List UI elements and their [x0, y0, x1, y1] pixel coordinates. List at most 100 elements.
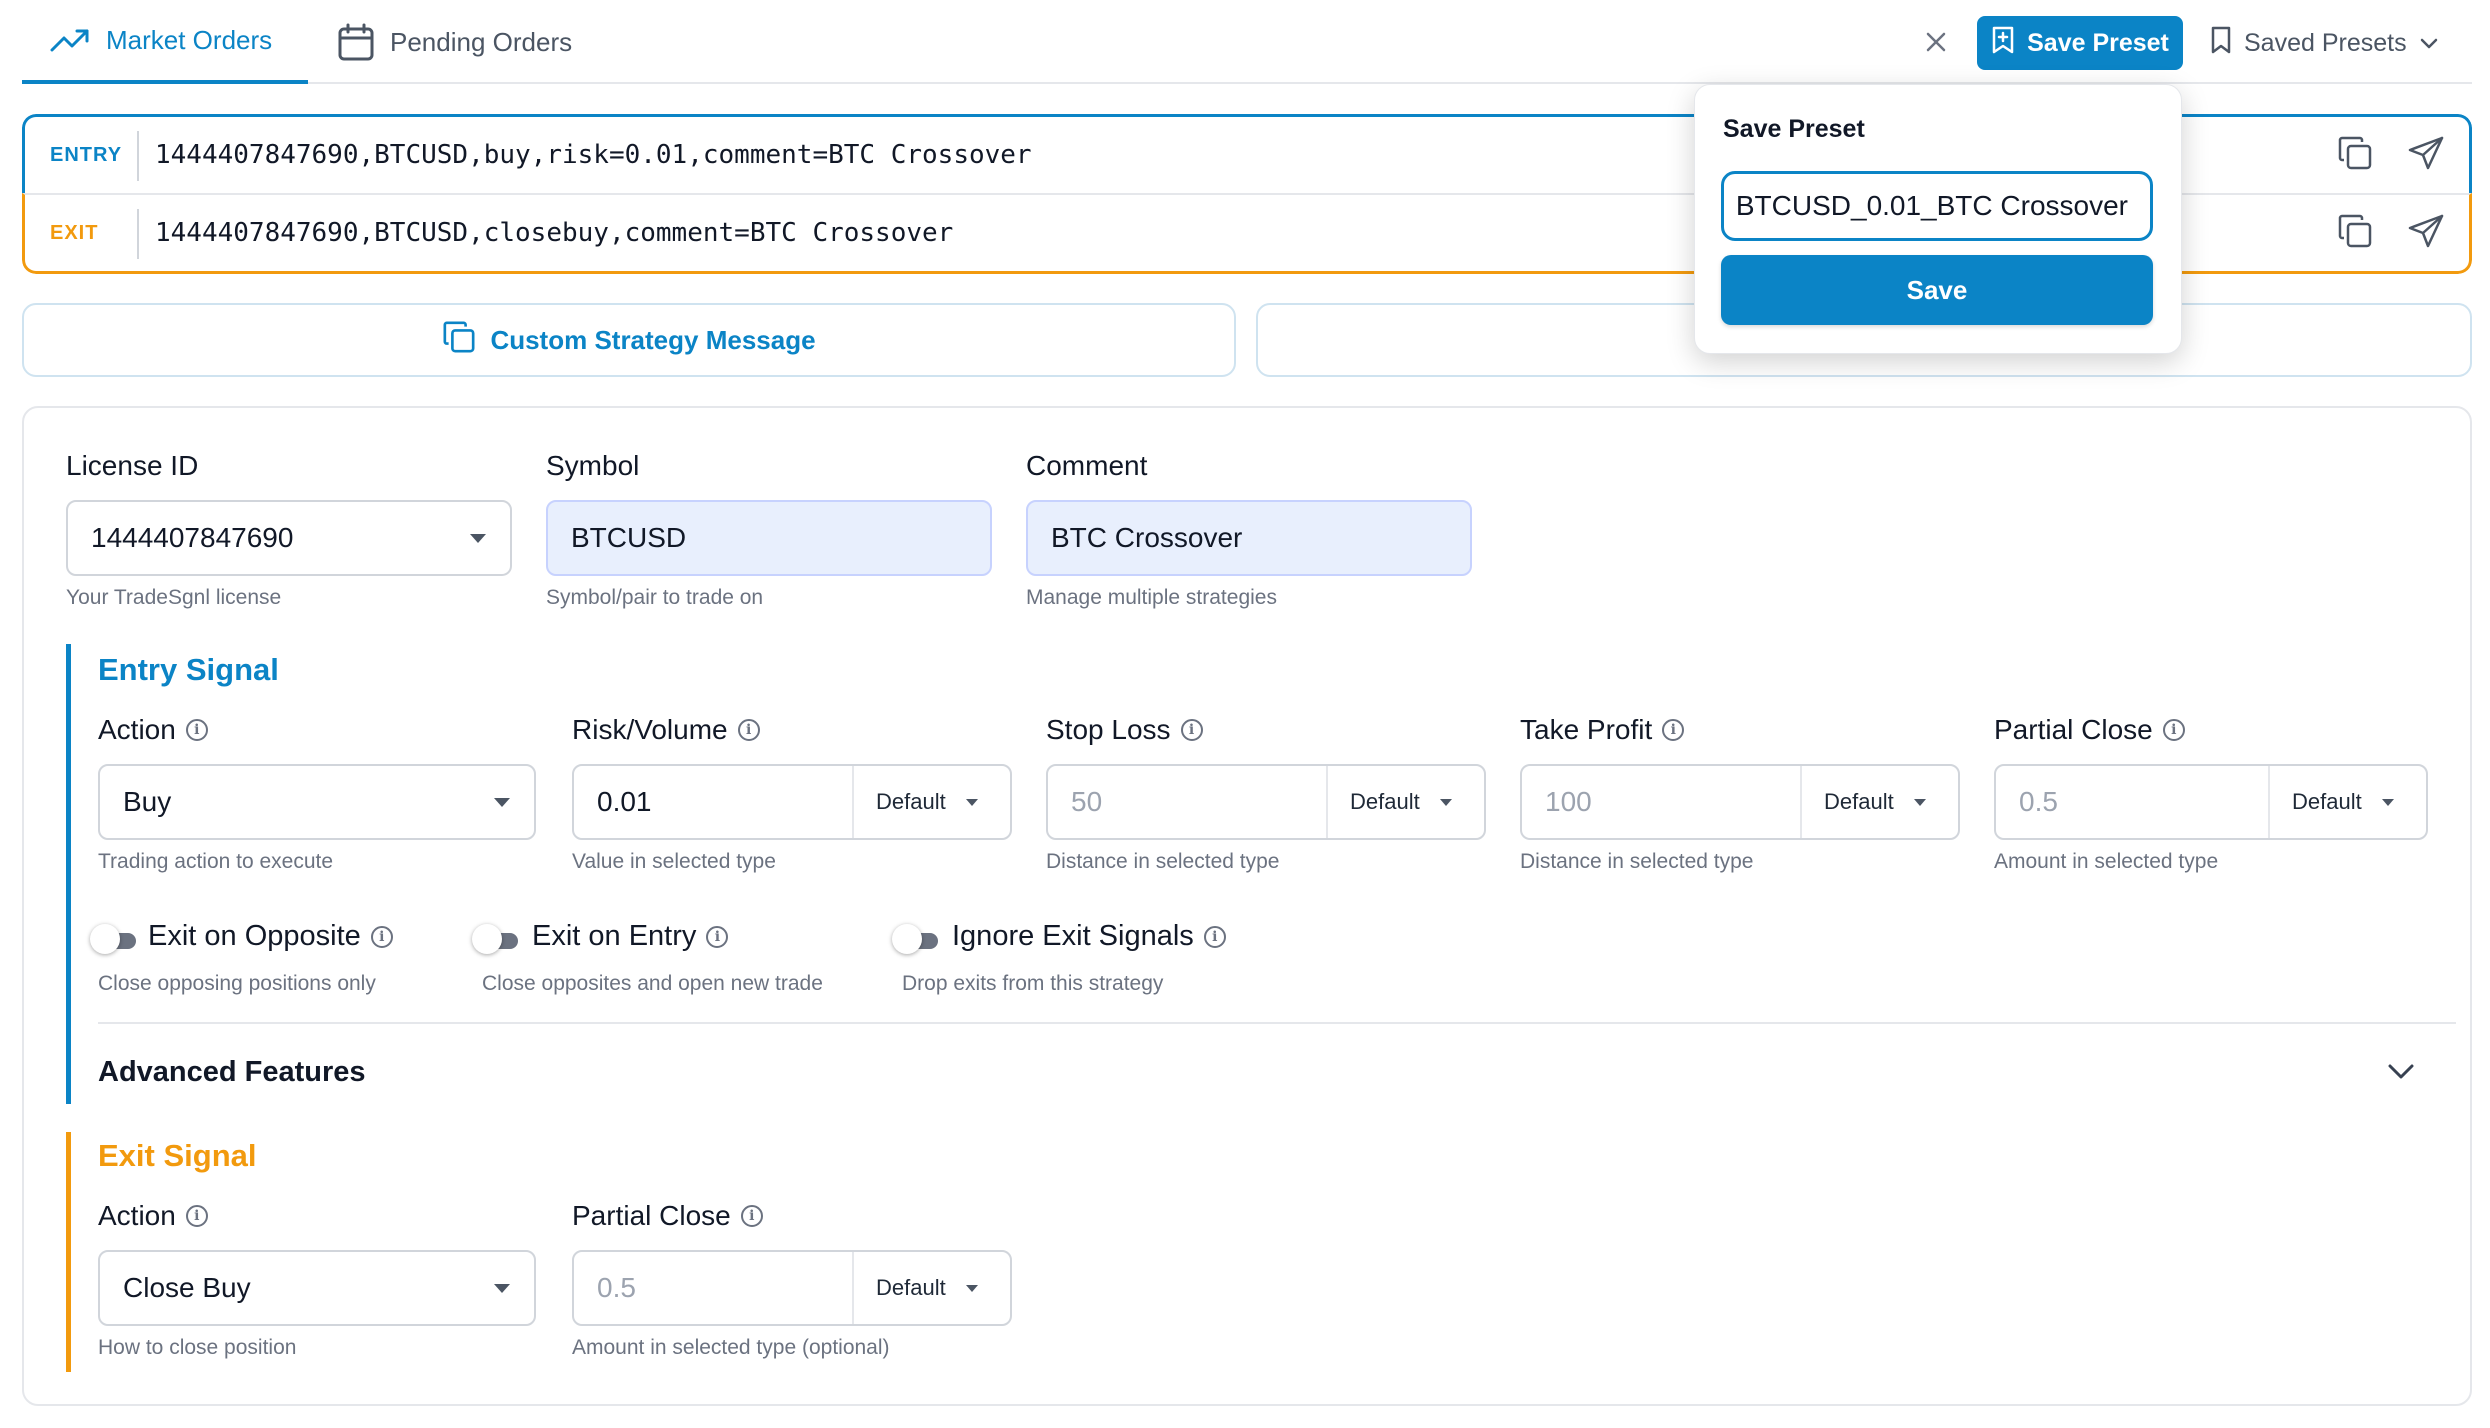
- stop-loss-type-value: Default: [1350, 789, 1420, 814]
- ignore-exit-signals-label-text: Ignore Exit Signals: [952, 920, 1194, 952]
- risk-volume-label-text: Risk/Volume: [572, 714, 728, 745]
- exit-on-opposite-label: Exit on Opposite i: [148, 920, 393, 953]
- calendar-icon: [338, 23, 374, 61]
- caret-down-icon: [966, 799, 978, 806]
- take-profit-help: Distance in selected type: [1520, 850, 1754, 873]
- copy-icon[interactable]: [2337, 213, 2373, 254]
- info-icon[interactable]: i: [370, 925, 393, 948]
- save-button[interactable]: Save: [1721, 255, 2153, 325]
- info-icon[interactable]: i: [185, 719, 208, 741]
- exit-separator: [137, 209, 139, 259]
- saved-presets-label: Saved Presets: [2244, 28, 2407, 57]
- caret-down-icon: [470, 534, 486, 543]
- ignore-exit-signals-help: Drop exits from this strategy: [902, 972, 1164, 995]
- take-profit-input[interactable]: 100 Default: [1520, 764, 1960, 840]
- take-profit-label: Take Profit i: [1520, 714, 1685, 746]
- divider: [98, 1022, 2456, 1024]
- copy-icon[interactable]: [2337, 135, 2373, 176]
- advanced-features-toggle[interactable]: Advanced Features: [98, 1056, 366, 1089]
- partial-close-placeholder: 0.5: [2019, 786, 2058, 817]
- stop-loss-label: Stop Loss i: [1046, 714, 1203, 746]
- send-icon[interactable]: [2407, 135, 2445, 176]
- info-icon[interactable]: i: [706, 925, 729, 948]
- symbol-help: Symbol/pair to trade on: [546, 586, 764, 609]
- toggle-knob: [472, 924, 502, 954]
- entry-action-value: Buy: [123, 786, 172, 817]
- info-icon[interactable]: i: [1203, 925, 1226, 948]
- partial-close-help: Amount in selected type: [1994, 850, 2219, 873]
- toggle-knob: [90, 924, 120, 954]
- exit-tag: EXIT: [50, 221, 99, 244]
- send-icon[interactable]: [2407, 213, 2445, 254]
- exit-message-text[interactable]: 1444407847690,BTCUSD,closebuy,comment=BT…: [155, 195, 953, 271]
- exit-partial-close-input[interactable]: 0.5 Default: [572, 1250, 1012, 1326]
- tab-market-orders[interactable]: Market Orders: [22, 0, 308, 84]
- toggle-knob: [892, 924, 922, 954]
- exit-on-opposite-help: Close opposing positions only: [98, 972, 376, 995]
- custom-strategy-message-label: Custom Strategy Message: [490, 324, 816, 355]
- partial-close-label: Partial Close i: [1994, 714, 2185, 746]
- save-preset-label: Save Preset: [2027, 28, 2169, 57]
- entry-separator: [137, 131, 139, 181]
- tab-pending-orders[interactable]: Pending Orders: [338, 0, 572, 84]
- close-icon[interactable]: [1918, 24, 1954, 60]
- partial-close-type-select[interactable]: Default: [2268, 766, 2426, 838]
- exit-on-opposite-toggle[interactable]: [90, 924, 138, 954]
- info-icon[interactable]: i: [2162, 719, 2185, 741]
- entry-tag: ENTRY: [50, 143, 123, 166]
- stop-loss-label-text: Stop Loss: [1046, 714, 1171, 745]
- tab-pending-orders-label: Pending Orders: [390, 26, 573, 57]
- ignore-exit-signals-toggle[interactable]: [892, 924, 940, 954]
- exit-partial-close-label: Partial Close i: [572, 1200, 763, 1232]
- info-icon[interactable]: i: [185, 1205, 208, 1227]
- caret-down-icon: [1914, 799, 1926, 806]
- symbol-input[interactable]: BTCUSD: [546, 500, 992, 576]
- stop-loss-type-select[interactable]: Default: [1326, 766, 1484, 838]
- risk-volume-type-select[interactable]: Default: [852, 766, 1010, 838]
- entry-message-text[interactable]: 1444407847690,BTCUSD,buy,risk=0.01,comme…: [155, 117, 1032, 193]
- license-id-value: 1444407847690: [91, 522, 294, 553]
- info-icon[interactable]: i: [1662, 719, 1685, 741]
- exit-on-entry-label: Exit on Entry i: [532, 920, 729, 953]
- exit-partial-close-help: Amount in selected type (optional): [572, 1336, 890, 1359]
- exit-action-select[interactable]: Close Buy: [98, 1250, 536, 1326]
- symbol-label: Symbol: [546, 450, 640, 481]
- partial-close-type-value: Default: [2292, 789, 2362, 814]
- comment-input[interactable]: BTC Crossover: [1026, 500, 1472, 576]
- trending-up-icon: [50, 26, 90, 54]
- risk-volume-input[interactable]: 0.01 Default: [572, 764, 1012, 840]
- exit-action-value: Close Buy: [123, 1272, 251, 1303]
- popover-title: Save Preset: [1723, 115, 1865, 143]
- save-preset-button[interactable]: Save Preset: [1977, 16, 2183, 70]
- copy-icon: [442, 320, 476, 361]
- info-icon[interactable]: i: [1180, 719, 1203, 741]
- info-icon[interactable]: i: [737, 719, 760, 741]
- exit-signal-bar: [66, 1132, 71, 1372]
- preset-name-input[interactable]: BTCUSD_0.01_BTC Crossover: [1721, 171, 2153, 241]
- risk-volume-type-value: Default: [876, 789, 946, 814]
- take-profit-type-value: Default: [1824, 789, 1894, 814]
- caret-down-icon: [1440, 799, 1452, 806]
- saved-presets-dropdown[interactable]: Saved Presets: [2210, 16, 2439, 70]
- license-id-select[interactable]: 1444407847690: [66, 500, 512, 576]
- take-profit-type-select[interactable]: Default: [1800, 766, 1958, 838]
- info-icon[interactable]: i: [740, 1205, 763, 1227]
- exit-on-opposite-label-text: Exit on Opposite: [148, 920, 361, 952]
- take-profit-label-text: Take Profit: [1520, 714, 1653, 745]
- bookmark-plus-icon: [1991, 26, 2015, 61]
- exit-actions: [2337, 195, 2445, 271]
- risk-volume-help: Value in selected type: [572, 850, 776, 873]
- entry-actions: [2337, 117, 2445, 193]
- chevron-down-icon[interactable]: [2386, 1062, 2416, 1087]
- stop-loss-input[interactable]: 50 Default: [1046, 764, 1486, 840]
- exit-on-entry-toggle[interactable]: [472, 924, 520, 954]
- exit-partial-close-type-select[interactable]: Default: [852, 1252, 1010, 1324]
- partial-close-input[interactable]: 0.5 Default: [1994, 764, 2428, 840]
- exit-action-label: Action i: [98, 1200, 208, 1232]
- symbol-value: BTCUSD: [571, 522, 687, 553]
- exit-partial-close-type-value: Default: [876, 1275, 946, 1300]
- custom-strategy-message-button[interactable]: Custom Strategy Message: [22, 303, 1236, 377]
- caret-down-icon: [494, 798, 510, 807]
- exit-on-entry-help: Close opposites and open new trade: [482, 972, 823, 995]
- entry-action-select[interactable]: Buy: [98, 764, 536, 840]
